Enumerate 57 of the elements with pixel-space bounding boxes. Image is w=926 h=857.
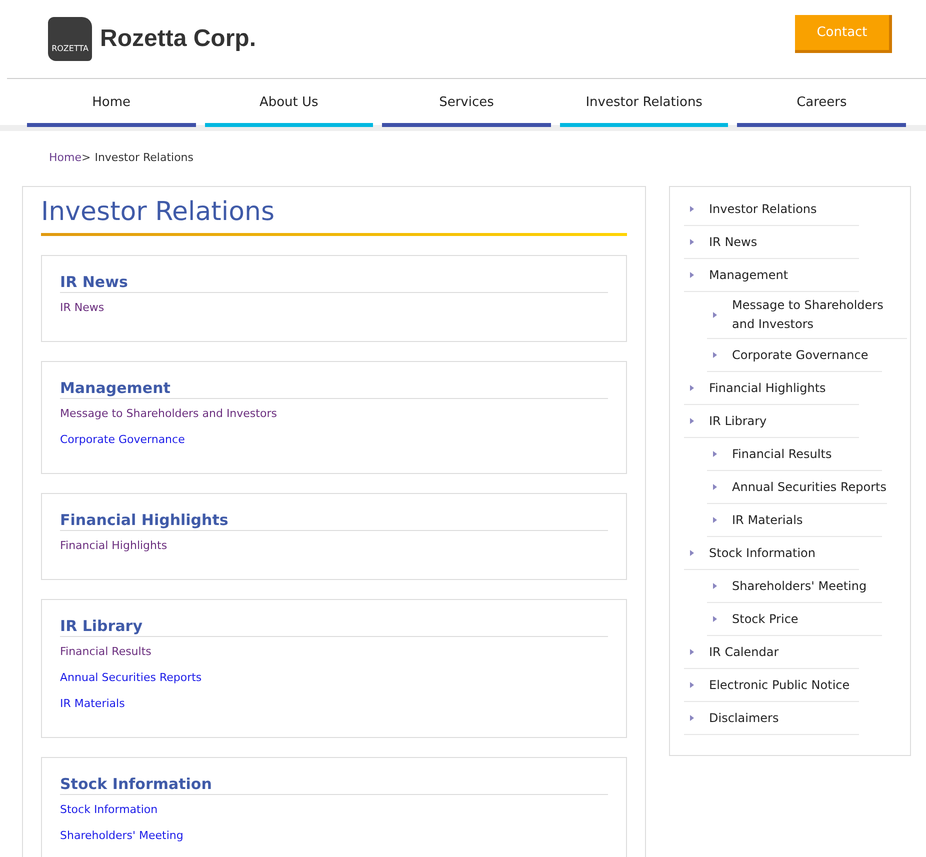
nav-tab[interactable]: Services	[382, 79, 551, 127]
nav-tab[interactable]: Investor Relations	[560, 79, 728, 127]
nav-tab[interactable]: About Us	[204, 79, 374, 127]
section-link[interactable]: Corporate Governance	[60, 433, 185, 446]
section-link[interactable]: Financial Results	[60, 645, 152, 658]
sidebar-link[interactable]: Financial Highlights	[709, 378, 826, 398]
sidebar-link[interactable]: Disclaimers	[709, 708, 779, 728]
breadcrumb-link[interactable]: Home	[49, 151, 82, 164]
section-heading: Management	[60, 379, 608, 399]
nav-tab[interactable]: Careers	[737, 79, 906, 127]
sidebar-link[interactable]: Electronic Public Notice	[709, 676, 850, 694]
company-name: Rozetta Corp.	[100, 25, 256, 53]
page-title: Investor Relations	[41, 197, 627, 236]
sidebar-link[interactable]: IR Materials	[732, 510, 803, 530]
sidebar-link[interactable]: Management	[709, 266, 788, 284]
caret-icon	[690, 649, 694, 655]
section-link[interactable]: Stock Information	[60, 803, 158, 816]
caret-icon	[713, 484, 717, 490]
nav-tab[interactable]: Home	[27, 79, 196, 127]
caret-icon	[713, 583, 717, 589]
caret-icon	[713, 616, 717, 622]
sidebar-link[interactable]: Shareholders' Meeting	[732, 576, 867, 596]
caret-icon	[690, 385, 694, 391]
section-heading: IR News	[60, 273, 608, 293]
sidebar-link[interactable]: IR News	[709, 232, 758, 252]
section-link[interactable]: Financial Highlights	[60, 539, 168, 552]
section-heading: IR Library	[60, 617, 608, 637]
caret-icon	[713, 352, 717, 358]
sidebar-link[interactable]: IR Calendar	[709, 642, 779, 662]
sidebar-link[interactable]: Corporate Governance	[732, 346, 868, 364]
breadcrumb-current: Investor Relations	[94, 151, 194, 164]
logo-mark: ROZETTA	[48, 17, 92, 61]
caret-icon	[690, 418, 694, 424]
caret-icon	[713, 451, 717, 457]
sidebar-link[interactable]: Financial Results	[732, 444, 832, 464]
sidebar-link[interactable]: Annual Securities Reports	[732, 478, 887, 496]
sidebar-link[interactable]: Investor Relations	[709, 200, 817, 218]
caret-icon	[690, 272, 694, 278]
caret-icon	[690, 239, 694, 245]
caret-icon	[690, 715, 694, 721]
caret-icon	[713, 517, 717, 523]
section-heading: Stock Information	[60, 775, 608, 795]
section-link[interactable]: Annual Securities Reports	[60, 671, 202, 684]
section-link[interactable]: Message to Shareholders and Investors	[60, 407, 277, 420]
sidebar-link[interactable]: IR Library	[709, 412, 767, 430]
caret-icon	[713, 312, 717, 318]
caret-icon	[690, 206, 694, 212]
caret-icon	[690, 550, 694, 556]
sidebar-link[interactable]: Message to Shareholders and Investors	[732, 296, 907, 334]
breadcrumb-separator: >	[81, 151, 91, 164]
sidebar-link[interactable]: Stock Price	[732, 610, 798, 628]
section-heading: Financial Highlights	[60, 511, 608, 531]
section-link[interactable]: Shareholders' Meeting	[60, 829, 184, 842]
sidebar-link[interactable]: Stock Information	[709, 544, 816, 562]
section-link[interactable]: IR Materials	[60, 697, 125, 710]
section-link[interactable]: IR News	[60, 301, 104, 314]
caret-icon	[690, 682, 694, 688]
